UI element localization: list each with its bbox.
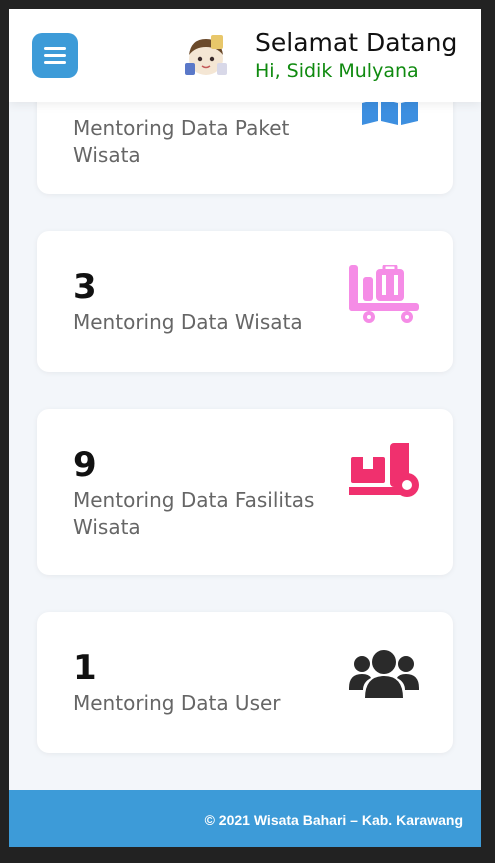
card-label: Mentoring Data Wisata — [73, 310, 303, 334]
footer: © 2021 Wisata Bahari – Kab. Karawang — [9, 790, 481, 847]
card-label: Mentoring Data User — [73, 691, 281, 715]
copyright-text: © 2021 Wisata Bahari – Kab. Karawang — [204, 812, 463, 828]
menu-line-icon — [44, 61, 66, 64]
menu-line-icon — [44, 54, 66, 57]
card-count: 9 — [73, 445, 97, 485]
card-count: 1 — [73, 648, 97, 688]
hamburger-menu-button[interactable] — [32, 33, 78, 78]
card-label: Mentoring Data Paket Wisata — [73, 116, 290, 167]
users-icon — [349, 650, 419, 704]
user-greeting: Hi, Sidik Mulyana — [255, 60, 419, 82]
dolly-icon — [349, 443, 419, 505]
avatar[interactable] — [181, 33, 231, 79]
top-header: Selamat Datang Hi, Sidik Mulyana — [9, 9, 481, 102]
card-user[interactable]: 1 Mentoring Data User — [37, 612, 453, 753]
menu-line-icon — [44, 47, 66, 50]
card-count: 3 — [73, 267, 97, 307]
app-frame: Mentoring Data Paket Wisata 3 Mentoring … — [9, 9, 481, 847]
map-icon — [362, 99, 418, 131]
luggage-cart-icon — [349, 263, 419, 327]
card-label: Mentoring Data Fasilitas Wisata — [73, 488, 315, 539]
card-wisata[interactable]: 3 Mentoring Data Wisata — [37, 231, 453, 372]
card-fasilitas-wisata[interactable]: 9 Mentoring Data Fasilitas Wisata — [37, 409, 453, 575]
welcome-title: Selamat Datang — [255, 28, 458, 57]
